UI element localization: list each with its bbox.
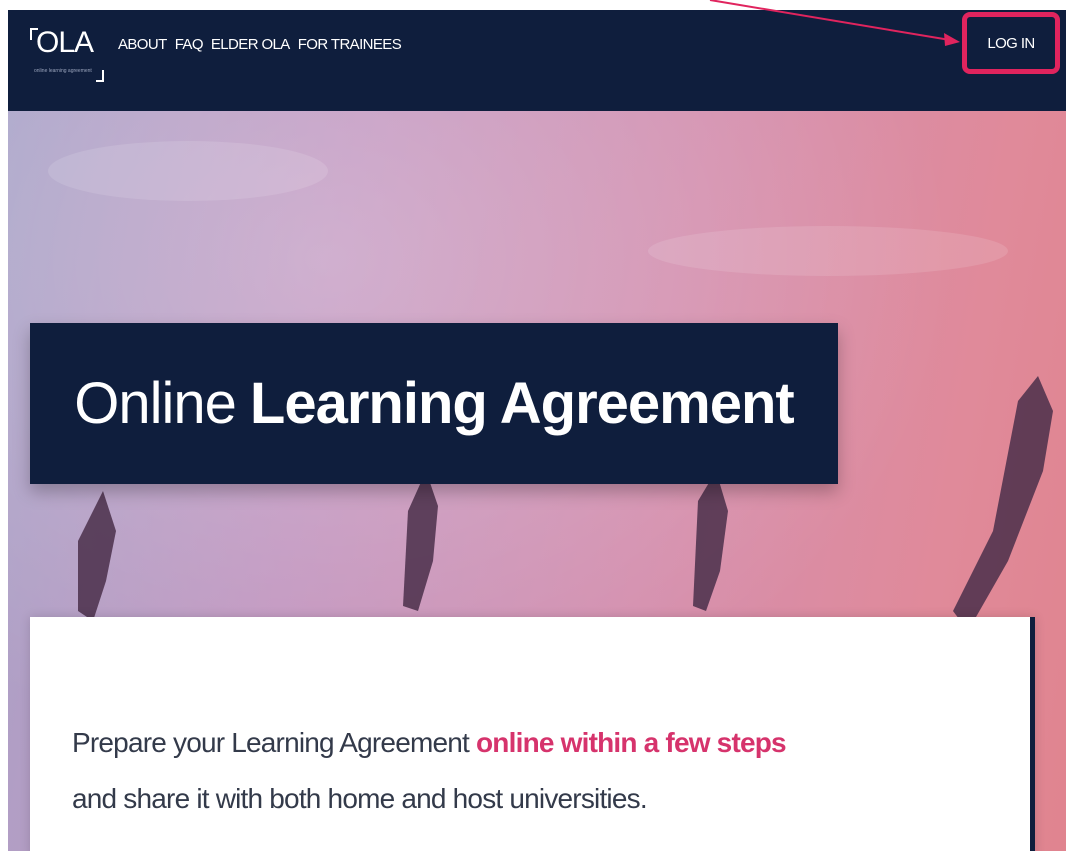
- logo-subtitle: online learning agreement: [34, 68, 92, 74]
- nav-link-faq[interactable]: FAQ: [175, 36, 204, 53]
- ola-logo[interactable]: OLA online learning agreement: [30, 24, 104, 84]
- logo-text: OLA: [36, 26, 94, 59]
- intro-line-2: and share it with both home and host uni…: [72, 783, 648, 814]
- logo-bracket-bottom-right: [96, 70, 104, 82]
- nav-link-elder-ola[interactable]: ELDER OLA: [211, 36, 290, 53]
- hero-banner: Online Learning Agreement Prepare your L…: [8, 111, 1066, 851]
- top-navbar: OLA online learning agreement ABOUT FAQ …: [8, 10, 1066, 111]
- intro-line-1: Prepare your Learning Agreement online w…: [72, 727, 787, 759]
- nav-links: ABOUT FAQ ELDER OLA FOR TRAINEES: [118, 36, 402, 53]
- intro-line-1-text: Prepare your Learning Agreement: [72, 727, 476, 758]
- login-button[interactable]: LOG IN: [962, 12, 1060, 74]
- intro-highlight: online within a few steps: [476, 727, 787, 758]
- nav-link-about[interactable]: ABOUT: [118, 36, 167, 53]
- intro-card: Prepare your Learning Agreement online w…: [30, 617, 1035, 851]
- hero-title-box: Online Learning Agreement: [30, 323, 838, 484]
- hero-title-bold: Learning Agreement: [249, 371, 795, 436]
- nav-link-for-trainees[interactable]: FOR TRAINEES: [298, 36, 402, 53]
- hero-title-light: Online: [74, 371, 237, 436]
